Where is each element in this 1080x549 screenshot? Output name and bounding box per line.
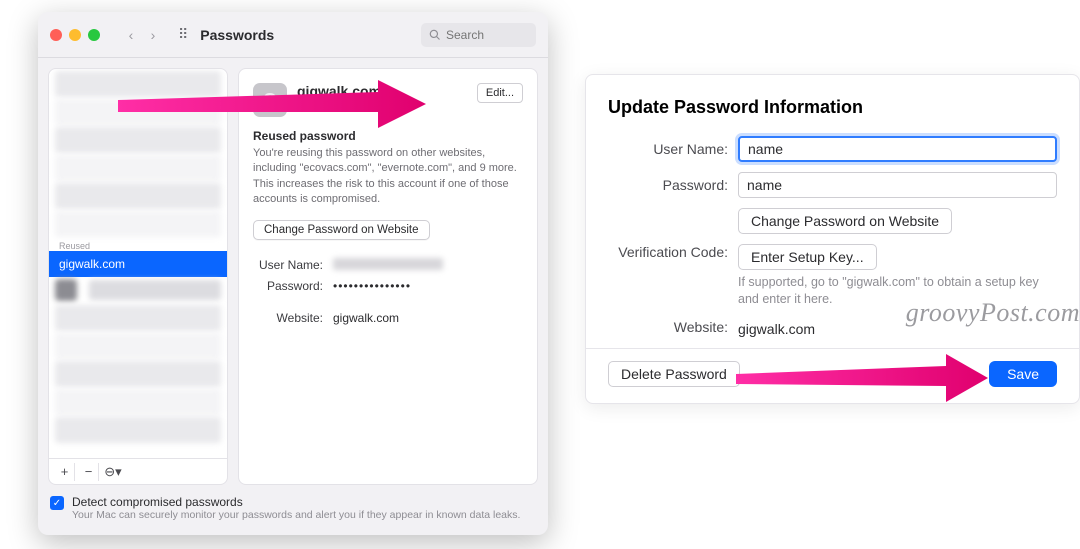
enter-setup-key-button[interactable]: Enter Setup Key... [738,244,877,270]
detect-label: Detect compromised passwords [72,495,520,509]
list-item[interactable] [55,71,221,97]
grid-icon[interactable]: ⠿ [178,26,188,43]
list-item[interactable] [55,417,221,443]
password-value: ••••••••••••••• [333,279,411,293]
list-item[interactable] [55,389,221,415]
reused-body: You're reusing this password on other we… [253,146,523,208]
detect-checkbox[interactable]: ✓ [50,496,64,510]
last-modified: Last modified 1/19/20 [297,99,402,111]
password-label: Password: [608,177,728,193]
password-list: Reused gigwalk.com + − ⊖▾ [48,68,228,485]
list-item-selected[interactable]: gigwalk.com [49,251,227,277]
titlebar: ‹ › ⠿ Passwords [38,12,548,58]
nav-buttons: ‹ › [122,26,162,44]
website-value[interactable]: gigwalk.com [738,318,1057,337]
edit-button[interactable]: Edit... [477,83,523,103]
list-item[interactable] [55,305,221,331]
list-item[interactable] [55,211,221,237]
passwords-window: ‹ › ⠿ Passwords Reused gigwalk.com [38,12,548,535]
delete-password-button[interactable]: Delete Password [608,361,740,387]
add-button[interactable]: + [55,463,75,481]
site-title: gigwalk.com [297,83,402,99]
list-item[interactable] [55,183,221,209]
list-item[interactable] [55,99,221,125]
site-icon: G [253,83,287,117]
password-input[interactable] [738,172,1057,198]
remove-button[interactable]: − [79,463,99,481]
username-input[interactable] [738,136,1057,162]
change-password-button[interactable]: Change Password on Website [253,220,430,240]
reused-tag: Reused [49,239,227,251]
website-label: Website: [253,311,323,325]
list-item[interactable] [55,333,221,359]
more-button[interactable]: ⊖▾ [103,463,123,481]
detail-pane: G gigwalk.com Last modified 1/19/20 Edit… [238,68,538,485]
search-icon [429,29,441,41]
password-label: Password: [253,279,323,293]
username-label: User Name: [253,258,323,273]
detect-sub: Your Mac can securely monitor your passw… [72,509,520,521]
username-label: User Name: [608,141,728,157]
verification-label: Verification Code: [608,244,728,260]
minimize-icon[interactable] [69,29,81,41]
reused-heading: Reused password [253,129,523,143]
website-value[interactable]: gigwalk.com [333,311,399,325]
website-label: Website: [608,319,728,335]
list-item[interactable] [55,155,221,181]
sheet-heading: Update Password Information [608,97,1057,118]
save-button[interactable]: Save [989,361,1057,387]
update-password-sheet: Update Password Information User Name: P… [585,74,1080,404]
avatar [55,279,77,301]
back-icon[interactable]: ‹ [122,26,140,44]
close-icon[interactable] [50,29,62,41]
forward-icon[interactable]: › [144,26,162,44]
list-item[interactable] [55,127,221,153]
list-footer: + − ⊖▾ [49,458,227,484]
list-item[interactable] [89,280,221,300]
change-password-button[interactable]: Change Password on Website [738,208,952,234]
window-footer: ✓ Detect compromised passwords Your Mac … [38,485,548,535]
list-item-label: gigwalk.com [59,257,125,271]
username-value [333,258,443,270]
search-field[interactable] [421,23,536,47]
search-input[interactable] [446,28,526,42]
zoom-icon[interactable] [88,29,100,41]
traffic-lights [50,29,100,41]
list-item[interactable] [55,361,221,387]
window-title: Passwords [200,27,274,43]
verification-hint: If supported, go to "gigwalk.com" to obt… [738,274,1057,308]
